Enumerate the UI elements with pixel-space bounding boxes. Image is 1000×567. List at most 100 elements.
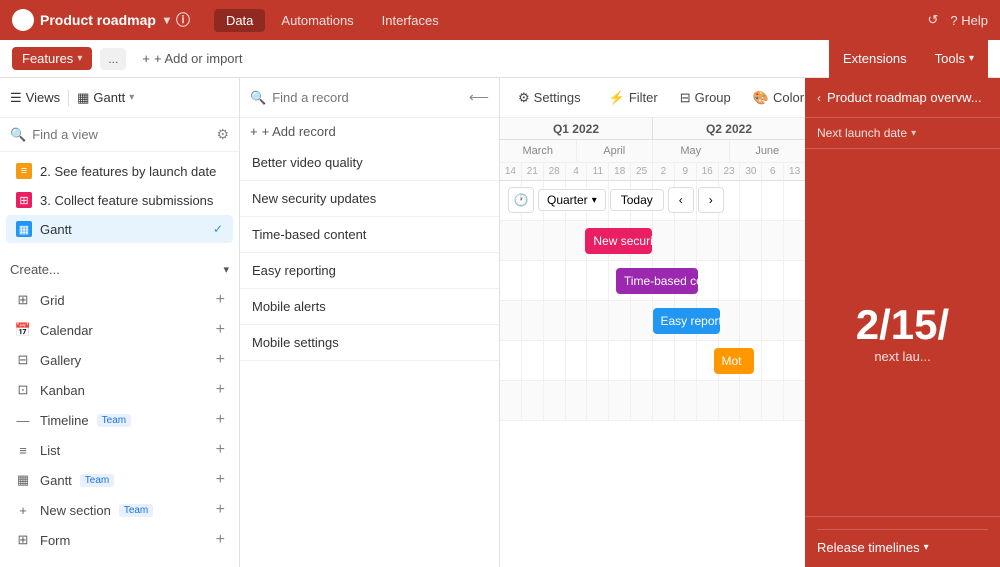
- create-item-new-section[interactable]: + New section Team +: [10, 495, 229, 525]
- day-6: 6: [762, 163, 784, 180]
- sidebar-item-3-icon: ⊞: [16, 192, 32, 208]
- list-plus-icon[interactable]: +: [216, 441, 225, 459]
- second-bar: Features ▾ ... + + Add or import Extensi…: [0, 40, 1000, 78]
- settings-button[interactable]: ⚙ Settings: [510, 87, 589, 109]
- create-item-grid[interactable]: ⊞ Grid +: [10, 285, 229, 315]
- today-button[interactable]: Today: [610, 189, 664, 211]
- month-march: March: [500, 140, 577, 162]
- record-item-2[interactable]: Time-based content: [240, 217, 499, 253]
- next-arrow-icon[interactable]: ›: [698, 187, 724, 213]
- sidebar-item-gantt[interactable]: ▦ Gantt ✓: [6, 215, 233, 243]
- day-9: 9: [675, 163, 697, 180]
- group-button[interactable]: ⊟ Group: [672, 87, 739, 109]
- gantt-bar-security[interactable]: New security updates: [585, 228, 652, 254]
- record-item-0-label: Better video quality: [252, 155, 363, 170]
- gallery-icon: ⊟: [14, 351, 32, 369]
- create-item-gantt2[interactable]: ▦ Gantt Team +: [10, 465, 229, 495]
- gantt-view-button[interactable]: ▦ Gantt ▾: [77, 90, 134, 106]
- tools-button[interactable]: Tools ▾: [921, 40, 988, 78]
- sidebar-toolbar: ☰ Views ▦ Gantt ▾: [0, 78, 239, 118]
- create-header[interactable]: Create... ▾: [10, 258, 229, 281]
- new-section-plus-icon[interactable]: +: [216, 501, 225, 519]
- release-chevron-icon: ▾: [924, 542, 929, 553]
- quarter-row: Q1 2022 Q2 2022: [500, 118, 805, 140]
- new-section-label: New section: [40, 503, 111, 518]
- record-item-4[interactable]: Mobile alerts: [240, 289, 499, 325]
- sidebar-item-3[interactable]: ⊞ 3. Collect feature submissions: [6, 186, 233, 214]
- gallery-plus-icon[interactable]: +: [216, 351, 225, 369]
- sidebar-item-2[interactable]: ≡ 2. See features by launch date: [6, 157, 233, 185]
- timeline-icon: —: [14, 411, 32, 429]
- create-item-timeline[interactable]: — Timeline Team +: [10, 405, 229, 435]
- check-icon: ✓: [213, 222, 223, 236]
- gantt-bar-mobile[interactable]: Mot: [714, 348, 754, 374]
- quarter-chevron-icon: ▾: [592, 195, 597, 206]
- tab-data[interactable]: Data: [214, 9, 265, 32]
- list-icon: ≡: [14, 441, 32, 459]
- features-button[interactable]: Features ▾: [12, 47, 92, 70]
- add-button[interactable]: + + Add or import: [134, 47, 250, 70]
- day-4: 4: [566, 163, 588, 180]
- create-chevron-icon: ▾: [223, 263, 229, 276]
- calendar-plus-icon[interactable]: +: [216, 321, 225, 339]
- create-item-calendar[interactable]: 📅 Calendar +: [10, 315, 229, 345]
- more-button[interactable]: ...: [100, 48, 126, 70]
- create-item-kanban[interactable]: ⊡ Kanban +: [10, 375, 229, 405]
- tab-automations[interactable]: Automations: [269, 9, 365, 32]
- back-chevron-icon[interactable]: ‹: [817, 91, 821, 105]
- top-nav: Product roadmap ▾ ⓘ Data Automations Int…: [0, 0, 1000, 40]
- grid-plus-icon[interactable]: +: [216, 291, 225, 309]
- gantt-label: Gantt: [93, 90, 125, 105]
- record-item-5[interactable]: Mobile settings: [240, 325, 499, 361]
- extensions-button[interactable]: Extensions: [829, 40, 921, 78]
- filter-button[interactable]: ⚡ Filter: [601, 87, 666, 109]
- record-item-3-label: Easy reporting: [252, 263, 336, 278]
- gantt-row-2: Time-based content: [500, 261, 805, 301]
- records-search-input[interactable]: [272, 90, 461, 105]
- color-button[interactable]: 🎨 Color: [745, 87, 805, 109]
- app-title: Product roadmap: [40, 12, 156, 28]
- plus-icon: +: [142, 51, 150, 66]
- form-plus-icon[interactable]: +: [216, 531, 225, 549]
- record-item-1[interactable]: New security updates: [240, 181, 499, 217]
- gantt2-team-badge: Team: [80, 474, 114, 487]
- timeline-plus-icon[interactable]: +: [216, 411, 225, 429]
- gantt2-plus-icon[interactable]: +: [216, 471, 225, 489]
- day-11: 11: [587, 163, 609, 180]
- grid-icon: ⊞: [14, 291, 32, 309]
- create-item-gallery[interactable]: ⊟ Gallery +: [10, 345, 229, 375]
- record-item-5-label: Mobile settings: [252, 335, 339, 350]
- month-day-row: March April May June: [500, 140, 805, 162]
- quarter-select[interactable]: Quarter ▾: [538, 189, 606, 211]
- month-june: June: [730, 140, 806, 162]
- sidebar-search-bar: 🔍 ⚙: [0, 118, 239, 152]
- gantt-bar-timebased-label: Time-based content: [624, 274, 698, 288]
- next-launch-chevron-icon: ▾: [911, 128, 916, 139]
- create-item-form[interactable]: ⊞ Form +: [10, 525, 229, 555]
- add-record-button[interactable]: + + Add record: [240, 118, 499, 145]
- search-icon: 🔍: [10, 127, 26, 143]
- prev-arrow-icon[interactable]: ‹: [668, 187, 694, 213]
- sidebar-search-input[interactable]: [32, 127, 210, 142]
- gantt-toolbar: ⚙ Settings ⚡ Filter ⊟ Group 🎨 Color ↗ Sh…: [500, 78, 805, 118]
- logo-icon: [12, 9, 34, 31]
- q1-label: Q1 2022: [500, 118, 653, 139]
- settings-icon[interactable]: ⚙: [216, 126, 229, 143]
- kanban-plus-icon[interactable]: +: [216, 381, 225, 399]
- collapse-icon[interactable]: ⟵: [469, 89, 489, 106]
- right-panel-header: ‹ Product roadmap overvw...: [805, 78, 1000, 118]
- clock-button[interactable]: 🕐: [508, 187, 534, 213]
- calendar-icon: 📅: [14, 321, 32, 339]
- tab-interfaces[interactable]: Interfaces: [370, 9, 451, 32]
- right-panel-footer: Release timelines ▾: [805, 516, 1000, 567]
- record-item-0[interactable]: Better video quality: [240, 145, 499, 181]
- views-button[interactable]: ☰ Views: [10, 90, 60, 106]
- add-label: + Add or import: [154, 51, 243, 66]
- create-item-list[interactable]: ≡ List +: [10, 435, 229, 465]
- gantt-bar-timebased[interactable]: Time-based content: [616, 268, 698, 294]
- history-icon[interactable]: ↺: [928, 12, 939, 28]
- record-item-3[interactable]: Easy reporting: [240, 253, 499, 289]
- gantt-bar-reporting[interactable]: Easy reporting: [653, 308, 720, 334]
- help-label[interactable]: ? Help: [950, 13, 988, 28]
- day-25: 25: [631, 163, 653, 180]
